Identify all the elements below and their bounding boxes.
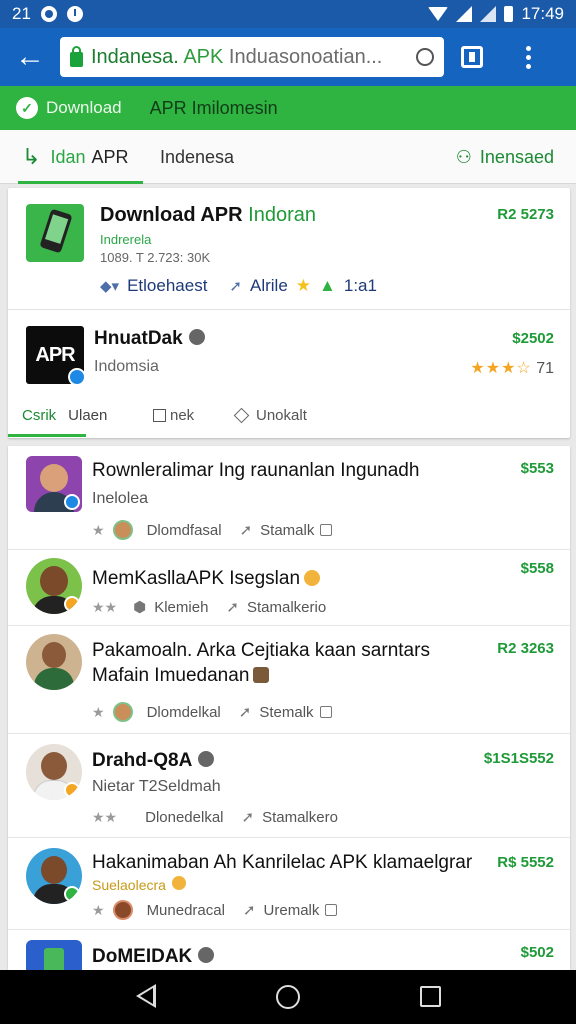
mini-avatar xyxy=(112,520,133,540)
people-icon: ⚇ xyxy=(455,146,472,167)
list-item[interactable]: Pakamoaln. Arka Cejtiaka kaan sarntars M… xyxy=(8,626,570,734)
system-nav-bar xyxy=(0,970,576,1024)
featured-app-row[interactable]: Download APR Indoran Indrerela 1089. T 2… xyxy=(8,188,570,310)
reload-icon[interactable] xyxy=(416,48,434,66)
list-item[interactable]: Drahd-Q8A Nietar T2Seldmah $1S1S552 ★★ D… xyxy=(8,734,570,838)
tag-icon: ◆▾ xyxy=(100,278,120,295)
arrow-icon: ↳ xyxy=(22,144,41,169)
app2-subtitle: Indomsia xyxy=(94,358,159,375)
featured-price: R2 5273 xyxy=(497,206,554,223)
app2-price: $2502 xyxy=(512,330,554,347)
share-arrow-icon: ➚ xyxy=(238,704,252,721)
back-arrow-icon[interactable]: ← xyxy=(0,28,60,86)
app-row-hnuatdak[interactable]: APR HnuatDak Indomsia $2502 ★★★☆ 71 Csri… xyxy=(8,310,570,438)
site-header-banner: ✓ Download APR Imilomesin xyxy=(0,86,576,130)
star-icon: ★ xyxy=(92,521,105,538)
share-arrow-icon: ➚ xyxy=(229,278,242,295)
emoji-icon xyxy=(171,876,186,890)
lte-signal-icon xyxy=(480,6,497,22)
alert-icon xyxy=(66,6,83,22)
rating-stars: ★★★☆ xyxy=(470,360,532,377)
category-tabs: ↳ Idan APR Indenesa ⚇ Inensaed xyxy=(0,130,576,184)
share-arrow-icon: ➚ xyxy=(242,902,256,919)
share-arrow-icon: ➚ xyxy=(241,809,255,826)
tab-switcher-icon[interactable] xyxy=(444,28,500,86)
mini-avatar xyxy=(112,900,133,920)
verified-icon xyxy=(198,947,215,963)
list-item[interactable]: MemKasllaAPK Isegslan $558 ★★ ⬢ Klemieh ➚… xyxy=(8,550,570,626)
star-icon: ★ xyxy=(92,703,105,720)
like-icon xyxy=(320,524,333,536)
status-time: 17:49 xyxy=(521,4,564,23)
avatar xyxy=(26,558,82,614)
star-icon: ★★ xyxy=(92,598,118,615)
verified-icon xyxy=(188,329,205,345)
featured-meta: ◆▾ Etloehaest ➚ Alrile ★ ▲ 1:a1 xyxy=(100,276,377,295)
verified-icon xyxy=(198,751,215,767)
star-icon: ★ xyxy=(92,901,105,918)
phone-app-icon xyxy=(26,204,84,262)
like-icon xyxy=(325,904,338,916)
signal-icon xyxy=(456,6,473,22)
emoji-icon xyxy=(304,570,321,586)
app2-rating: ★★★☆ 71 xyxy=(470,360,554,377)
share-arrow-icon: ➚ xyxy=(226,599,239,616)
emoji-icon xyxy=(253,667,270,683)
nav-home-icon[interactable] xyxy=(276,985,300,1009)
list-item[interactable]: Rownleralimar Ing raunanlan Ingunadh Ine… xyxy=(8,446,570,550)
avatar xyxy=(26,456,82,512)
tab-indenesa[interactable]: Indenesa xyxy=(160,130,234,184)
status-bar: 21 17:49 xyxy=(0,0,576,28)
subtab-csrik[interactable]: Csrik Ulaen xyxy=(22,396,107,434)
like-icon xyxy=(319,706,332,718)
notification-icon xyxy=(40,6,57,22)
banner-download-link[interactable]: Download xyxy=(46,98,122,118)
share-arrow-icon: ➚ xyxy=(239,522,253,539)
star-icon: ★ xyxy=(295,276,312,295)
featured-subtitle: Indrerela xyxy=(100,232,152,247)
site-logo-icon[interactable]: ✓ xyxy=(16,97,38,119)
status-time-left: 21 xyxy=(12,4,31,23)
active-tab-indicator xyxy=(18,181,143,184)
featured-card: Download APR Indoran Indrerela 1089. T 2… xyxy=(8,188,570,438)
featured-title: Download APR Indoran xyxy=(100,204,316,226)
lock-icon xyxy=(70,45,83,67)
nav-recents-icon[interactable] xyxy=(420,986,441,1007)
banner-site-name[interactable]: APR Imilomesin xyxy=(150,98,278,119)
featured-info: 1089. T 2.723: 30K xyxy=(100,250,211,265)
flag-icon: ▲ xyxy=(319,276,336,295)
tag-icon: ⬢ xyxy=(133,599,147,616)
avatar xyxy=(26,744,82,800)
subtab-nek[interactable]: nek xyxy=(153,396,194,434)
checkbox-icon xyxy=(153,408,166,422)
app2-title: HnuatDak xyxy=(94,328,205,350)
avatar xyxy=(26,848,82,904)
url-text[interactable]: Indanesa. APK Induasonoatian... xyxy=(91,46,408,69)
list-item[interactable]: Hakanimaban Ah Kanrilelac APK klamaelgra… xyxy=(8,838,570,930)
avatar xyxy=(26,634,82,690)
star-icon: ★★ xyxy=(92,808,118,825)
overflow-menu-icon[interactable] xyxy=(500,28,556,86)
apr-logo-icon: APR xyxy=(26,326,86,386)
mini-avatar xyxy=(112,702,133,722)
wifi-icon xyxy=(428,7,449,21)
app-list: Rownleralimar Ing raunanlan Ingunadh Ine… xyxy=(8,446,570,976)
active-subtab-indicator xyxy=(8,434,86,437)
nav-back-icon[interactable] xyxy=(136,984,156,1008)
subtab-unokalt[interactable]: Unokalt xyxy=(233,396,307,434)
browser-toolbar: ← Indanesa. APK Induasonoatian... xyxy=(0,28,576,86)
tab-inensaed[interactable]: ⚇ Inensaed xyxy=(456,130,554,184)
diamond-icon xyxy=(233,407,250,423)
battery-icon xyxy=(504,6,514,22)
address-bar[interactable]: Indanesa. APK Induasonoatian... xyxy=(60,37,444,77)
app-subtabs: Csrik Ulaen nek Unokalt xyxy=(8,396,570,438)
tab-apr[interactable]: ↳ Idan APR xyxy=(22,130,129,184)
